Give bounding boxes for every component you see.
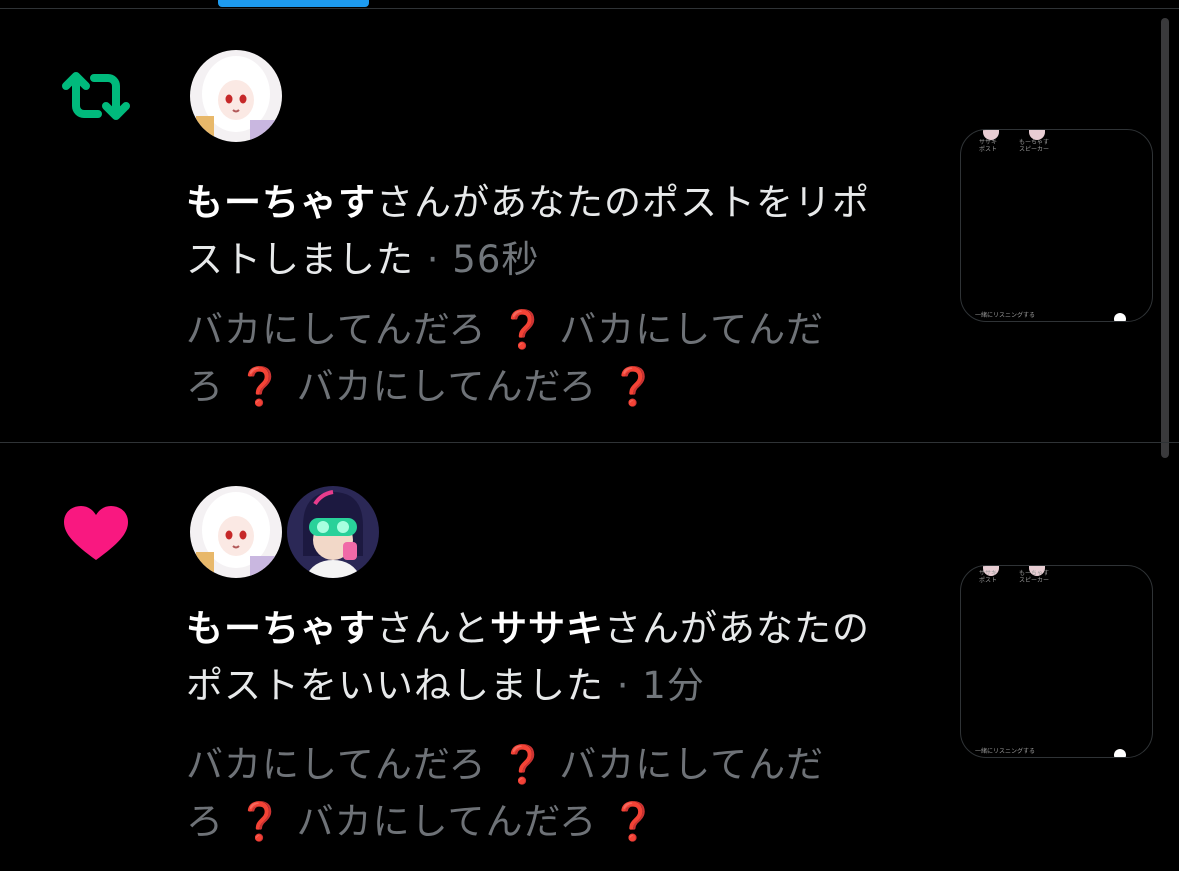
snippet-line-2: ろ ❓ バカにしてんだろ ❓ bbox=[186, 365, 658, 408]
thumb-label: ポスト bbox=[979, 577, 998, 584]
active-tab-indicator bbox=[218, 0, 369, 7]
post-snippet[interactable]: バカにしてんだろ ❓ バカにしてんだ ろ ❓ バカにしてんだろ ❓ bbox=[186, 301, 906, 415]
thumb-label: スピーカー bbox=[1019, 577, 1050, 584]
question-mark-emoji: ❓ bbox=[610, 365, 658, 408]
user-name-link[interactable]: もーちゃす bbox=[186, 607, 376, 650]
thumb-label: 一緒にリスニングする bbox=[975, 312, 1036, 319]
snippet-line-1: バカにしてんだろ ❓ バカにしてんだ bbox=[186, 308, 825, 351]
snippet-line-2: ろ ❓ バカにしてんだろ ❓ bbox=[186, 800, 658, 843]
avatar-group bbox=[190, 50, 282, 142]
notification-message: さんと bbox=[376, 607, 490, 650]
user-name-link[interactable]: もーちゃす bbox=[186, 181, 376, 224]
question-mark-emoji: ❓ bbox=[499, 743, 547, 786]
thumb-indicator bbox=[1114, 313, 1126, 321]
notification-repost[interactable]: もーちゃすさんがあなたのポストをリポストしました · 56秒 バカにしてんだろ … bbox=[0, 9, 1179, 442]
thumb-label: スピーカー bbox=[1019, 146, 1050, 153]
post-thumbnail[interactable]: ササキ ポスト もーちゃす スピーカー 一緒にリスニングする bbox=[960, 565, 1153, 758]
user-name-link[interactable]: ササキ bbox=[490, 607, 604, 650]
post-snippet[interactable]: バカにしてんだろ ❓ バカにしてんだ ろ ❓ バカにしてんだろ ❓ bbox=[186, 736, 906, 850]
notification-like[interactable]: もーちゃすさんとササキさんがあなたのポストをいいねしました · 1分 バカにして… bbox=[0, 443, 1179, 871]
question-mark-emoji: ❓ bbox=[499, 308, 547, 351]
timestamp: · 1分 bbox=[616, 664, 705, 707]
question-mark-emoji: ❓ bbox=[236, 800, 284, 843]
thumb-indicator bbox=[1114, 749, 1126, 757]
question-mark-emoji: ❓ bbox=[236, 365, 284, 408]
notification-text: もーちゃすさんとササキさんがあなたのポストをいいねしました · 1分 bbox=[186, 600, 906, 714]
thumb-label: ポスト bbox=[979, 146, 998, 153]
timestamp: · 56秒 bbox=[426, 238, 540, 281]
post-thumbnail[interactable]: ササキ ポスト もーちゃす スピーカー 一緒にリスニングする bbox=[960, 129, 1153, 322]
heart-icon bbox=[60, 504, 132, 564]
question-mark-emoji: ❓ bbox=[610, 800, 658, 843]
avatar[interactable] bbox=[287, 486, 379, 578]
repost-icon bbox=[60, 66, 132, 126]
snippet-line-1: バカにしてんだろ ❓ バカにしてんだ bbox=[186, 743, 825, 786]
avatar-group bbox=[190, 486, 379, 578]
thumb-label: 一緒にリスニングする bbox=[975, 748, 1036, 755]
notification-text: もーちゃすさんがあなたのポストをリポストしました · 56秒 bbox=[186, 174, 906, 288]
avatar[interactable] bbox=[190, 50, 282, 142]
avatar[interactable] bbox=[190, 486, 282, 578]
